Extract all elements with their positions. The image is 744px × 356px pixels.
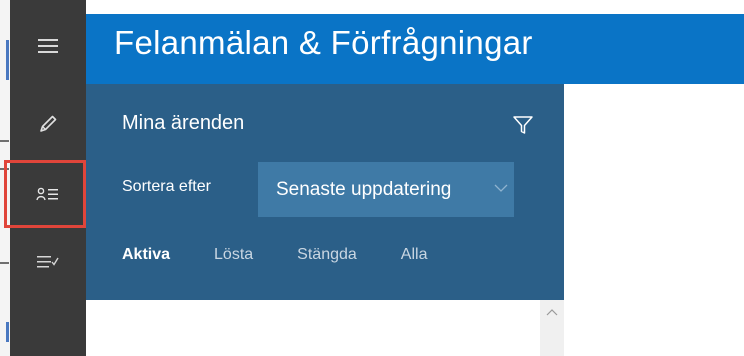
tab-stangda[interactable]: Stängda <box>297 246 357 264</box>
sort-dropdown[interactable]: Senaste uppdatering <box>258 162 514 217</box>
tab-aktiva[interactable]: Aktiva <box>122 246 170 264</box>
nav-rail <box>10 0 86 356</box>
tab-losta[interactable]: Lösta <box>214 246 253 264</box>
background-window-edge <box>0 0 10 356</box>
funnel-filter-icon[interactable] <box>512 114 534 136</box>
checklist-button[interactable] <box>10 232 86 292</box>
background-text-mark <box>0 262 9 264</box>
sort-selected-value: Senaste uppdatering <box>276 178 452 200</box>
pencil-icon <box>40 115 57 132</box>
status-tabs: Aktiva Lösta Stängda Alla <box>122 246 471 264</box>
background-text-mark <box>0 168 9 170</box>
app-title: Felanmälan & Förfrågningar <box>114 24 533 61</box>
chevron-down-icon <box>494 184 508 192</box>
my-cases-panel: Mina ärenden Sortera efter Senaste uppda… <box>86 84 564 300</box>
hamburger-menu-button[interactable] <box>10 16 86 76</box>
list-scrollbar[interactable] <box>540 300 564 356</box>
case-list <box>86 300 564 356</box>
title-bar: Felanmälan & Förfrågningar <box>86 14 744 84</box>
background-accent-mark <box>6 40 9 80</box>
header-banner: Felanmälan & Förfrågningar <box>86 0 744 84</box>
my-cases-button[interactable] <box>10 164 86 224</box>
scroll-up-arrow-icon[interactable] <box>546 308 558 316</box>
hamburger-menu-icon <box>38 39 58 53</box>
sort-label: Sortera efter <box>122 178 211 195</box>
background-accent-mark <box>6 322 9 342</box>
person-list-icon <box>36 187 58 201</box>
background-text-mark <box>0 140 9 142</box>
tab-alla[interactable]: Alla <box>401 246 428 264</box>
new-report-button[interactable] <box>10 94 86 154</box>
panel-title: Mina ärenden <box>122 112 245 134</box>
checklist-icon <box>37 256 59 268</box>
